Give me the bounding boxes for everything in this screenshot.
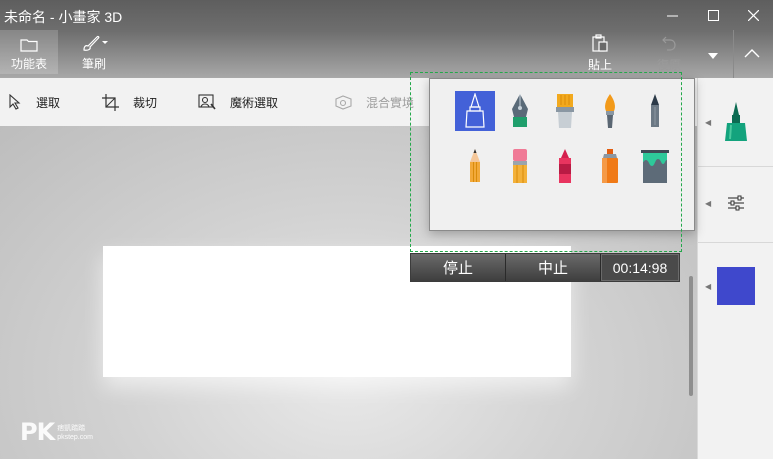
current-brush-button[interactable]: ◀ bbox=[698, 92, 773, 152]
select-cursor-icon bbox=[9, 94, 21, 110]
paste-button[interactable]: 貼上 bbox=[583, 34, 617, 73]
selected-color-swatch bbox=[717, 267, 755, 305]
tab-brushes[interactable]: 筆刷 bbox=[66, 30, 122, 74]
undo-label: 復原 bbox=[656, 58, 681, 72]
eraser-icon bbox=[513, 149, 527, 183]
mixed-reality-icon bbox=[335, 94, 352, 110]
side-panel: ◀ ◀ ◀ bbox=[697, 78, 773, 459]
mixed-reality-tool[interactable]: 混合實境 bbox=[335, 92, 414, 112]
watermark-site: pkstep.com bbox=[57, 434, 93, 441]
brush-oil[interactable] bbox=[545, 91, 585, 131]
expand-arrow-icon: ◀ bbox=[705, 281, 712, 291]
undo-button[interactable]: 復原 bbox=[652, 34, 686, 73]
expand-arrow-icon: ◀ bbox=[705, 117, 712, 127]
select-tool-label: 選取 bbox=[36, 95, 61, 110]
spray-can-icon bbox=[602, 149, 618, 183]
brush-picker-popup bbox=[429, 78, 695, 231]
maximize-button[interactable] bbox=[693, 0, 733, 30]
vertical-scrollbar[interactable] bbox=[689, 276, 693, 396]
tab-menu-label: 功能表 bbox=[10, 57, 47, 71]
brush-fill[interactable] bbox=[635, 146, 675, 186]
maximize-icon bbox=[707, 9, 719, 21]
marker-icon bbox=[465, 93, 485, 128]
crop-tool-label: 裁切 bbox=[133, 95, 158, 110]
mixed-reality-tool-label: 混合實境 bbox=[366, 95, 415, 110]
oil-brush-icon bbox=[556, 94, 574, 128]
undo-icon bbox=[662, 36, 676, 51]
side-separator bbox=[698, 166, 773, 167]
title-ribbon-bar: 未命名 - 小畫家 3D 功能表 筆刷 貼上 復原 bbox=[0, 0, 773, 78]
paste-label: 貼上 bbox=[587, 58, 612, 72]
collapse-ribbon-button[interactable] bbox=[744, 45, 760, 63]
expand-arrow-icon: ◀ bbox=[705, 198, 712, 208]
paste-icon bbox=[592, 34, 608, 52]
brush-settings-button[interactable]: ◀ bbox=[698, 176, 773, 230]
sliders-icon bbox=[728, 195, 744, 211]
elapsed-time: 00:14:98 bbox=[601, 254, 679, 281]
calligraphy-pen-icon bbox=[512, 94, 528, 127]
side-separator bbox=[698, 242, 773, 243]
close-icon bbox=[747, 9, 759, 21]
fill-bucket-icon bbox=[641, 150, 669, 183]
minimize-button[interactable] bbox=[652, 0, 692, 30]
pencil-icon bbox=[470, 149, 480, 182]
brush-crayon[interactable] bbox=[545, 146, 585, 186]
stop-button[interactable]: 停止 bbox=[411, 254, 506, 281]
brush-pencil[interactable] bbox=[455, 146, 495, 186]
pixel-pen-icon bbox=[651, 94, 659, 127]
paint3d-window: 未命名 - 小畫家 3D 功能表 筆刷 貼上 復原 選取 裁切 魔術選取 混合實… bbox=[0, 0, 773, 459]
marker-icon bbox=[725, 102, 747, 141]
minimize-icon bbox=[666, 15, 678, 16]
watermark: PK 痞凱踏踏 pkstep.com bbox=[20, 418, 93, 446]
recorder-bar: 停止 中止 00:14:98 bbox=[410, 253, 680, 282]
dropdown-arrow-icon bbox=[708, 53, 718, 59]
watermark-text: 痞凱踏踏 bbox=[57, 425, 86, 432]
tab-brushes-label: 筆刷 bbox=[81, 57, 106, 71]
crop-tool[interactable]: 裁切 bbox=[102, 92, 157, 112]
folder-icon bbox=[20, 39, 38, 52]
close-button[interactable] bbox=[733, 0, 773, 30]
window-title: 未命名 - 小畫家 3D bbox=[4, 9, 123, 25]
more-dropdown-button[interactable] bbox=[708, 46, 718, 64]
ribbon-divider bbox=[733, 30, 734, 78]
crop-icon bbox=[102, 93, 119, 111]
brush-icon bbox=[83, 35, 108, 51]
brush-spray-can[interactable] bbox=[590, 146, 630, 186]
magic-select-tool-label: 魔術選取 bbox=[230, 95, 279, 110]
magic-select-tool[interactable]: 魔術選取 bbox=[198, 92, 278, 112]
color-picker-button[interactable]: ◀ bbox=[698, 256, 773, 316]
brush-eraser[interactable] bbox=[500, 146, 540, 186]
brush-pixel-pen[interactable] bbox=[635, 91, 675, 131]
brush-calligraphy-pen[interactable] bbox=[500, 91, 540, 131]
crayon-icon bbox=[559, 149, 571, 183]
brush-marker[interactable] bbox=[455, 91, 495, 131]
chevron-up-icon bbox=[744, 49, 760, 58]
select-tool[interactable]: 選取 bbox=[8, 92, 60, 112]
brush-watercolor[interactable] bbox=[590, 91, 630, 131]
tab-menu[interactable]: 功能表 bbox=[0, 30, 58, 74]
pause-button[interactable]: 中止 bbox=[506, 254, 601, 281]
watercolor-brush-icon bbox=[605, 94, 615, 128]
magic-select-icon bbox=[198, 94, 216, 110]
watermark-logo: PK bbox=[20, 418, 55, 446]
